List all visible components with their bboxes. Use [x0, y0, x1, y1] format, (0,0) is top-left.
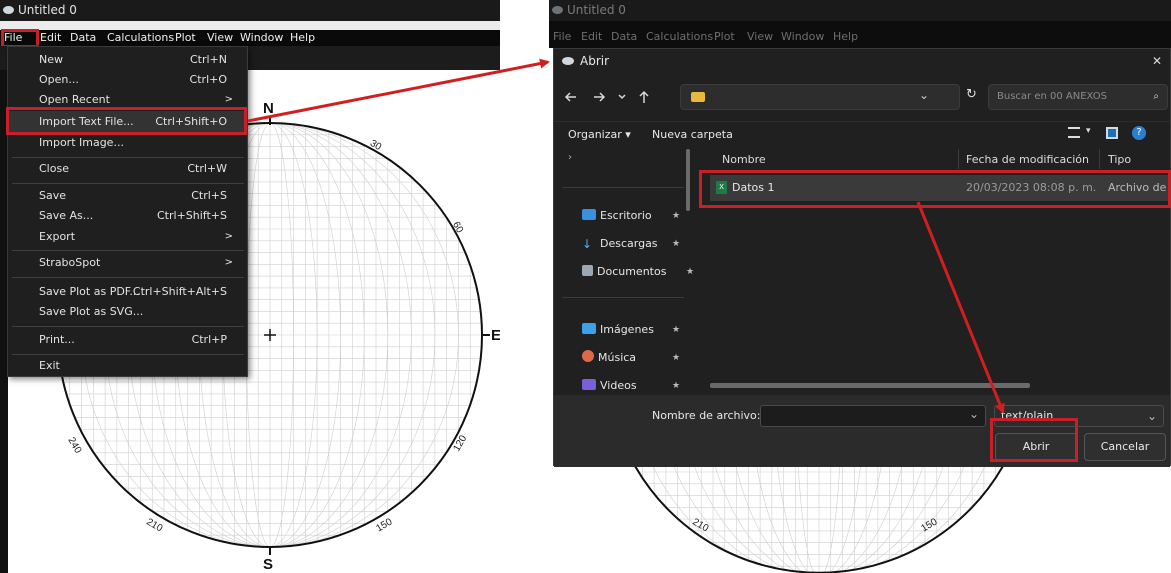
- arrow-to-open-button: [916, 201, 1005, 414]
- annotation-arrows: [247, 58, 1005, 414]
- arrow-to-dialog: [247, 58, 550, 123]
